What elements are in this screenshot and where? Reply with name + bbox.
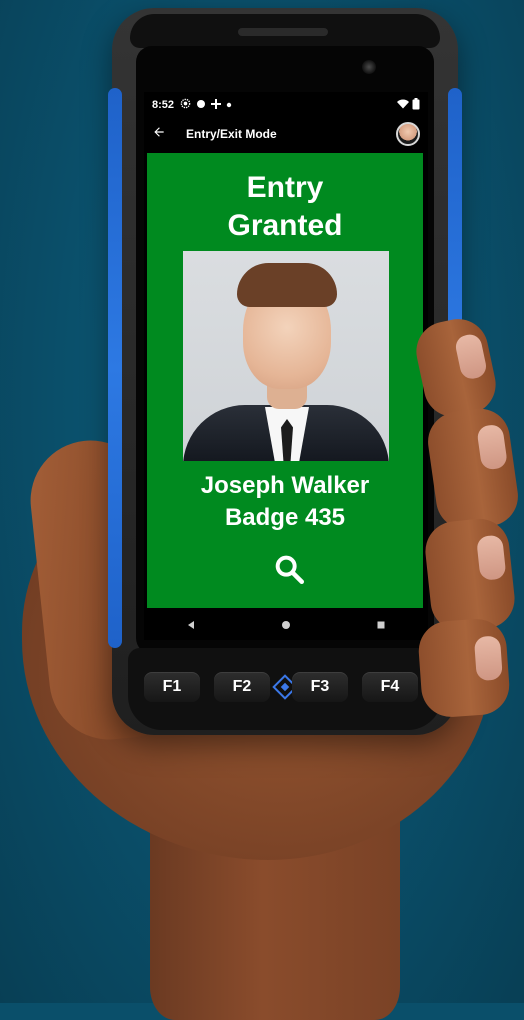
status-icons — [180, 98, 232, 112]
fingernail-ring — [476, 534, 507, 581]
search-icon — [272, 552, 306, 591]
speaker-grille — [238, 28, 328, 36]
user-avatar[interactable] — [396, 122, 420, 146]
badge-number: Badge 435 — [224, 504, 346, 531]
nav-recents-button[interactable] — [370, 615, 392, 637]
person-photo — [183, 251, 389, 461]
rugged-phone: 8:52 Entry/Exit Mode Entry Granted Josep… — [108, 8, 462, 735]
nav-home-button[interactable] — [275, 615, 297, 637]
back-triangle-icon — [186, 617, 196, 635]
access-result-panel: Entry Granted Joseph Walker Badge 435 — [147, 153, 423, 608]
f2-key[interactable]: F2 — [214, 672, 270, 702]
plus-icon — [211, 98, 222, 112]
status-bar: 8:52 — [144, 92, 428, 118]
f1-key[interactable]: F1 — [144, 672, 200, 702]
person-name: Joseph Walker — [200, 472, 370, 499]
recents-square-icon — [376, 617, 386, 635]
left-blue-rail — [108, 88, 122, 648]
front-camera — [362, 60, 376, 74]
status-time: 8:52 — [152, 99, 175, 111]
photo-hair — [237, 263, 337, 307]
device-screen: 8:52 Entry/Exit Mode Entry Granted Josep… — [144, 92, 428, 640]
app-bar: Entry/Exit Mode — [144, 118, 428, 150]
access-status-title: Entry Granted — [227, 171, 343, 242]
finger-little — [416, 617, 512, 719]
search-button[interactable] — [271, 553, 307, 589]
settings-icon — [180, 98, 191, 112]
hardware-function-keys: F1 F2 F3 F4 — [142, 672, 426, 708]
record-icon — [196, 99, 206, 112]
android-nav-bar — [144, 612, 428, 640]
fingernail-index — [453, 332, 489, 381]
nav-back-button[interactable] — [180, 615, 202, 637]
f4-key[interactable]: F4 — [362, 672, 418, 702]
notification-dot-icon — [226, 99, 232, 111]
fingernail-middle — [476, 423, 509, 471]
battery-icon — [412, 97, 420, 113]
app-title: Entry/Exit Mode — [186, 127, 277, 141]
f3-key[interactable]: F3 — [292, 672, 348, 702]
status-right — [397, 97, 420, 113]
scan-key-center — [280, 682, 290, 692]
fingernail-little — [473, 635, 503, 682]
finger-ring — [422, 515, 518, 635]
home-circle-icon — [281, 617, 291, 635]
wifi-icon — [397, 99, 409, 112]
back-arrow-icon[interactable] — [152, 125, 166, 144]
